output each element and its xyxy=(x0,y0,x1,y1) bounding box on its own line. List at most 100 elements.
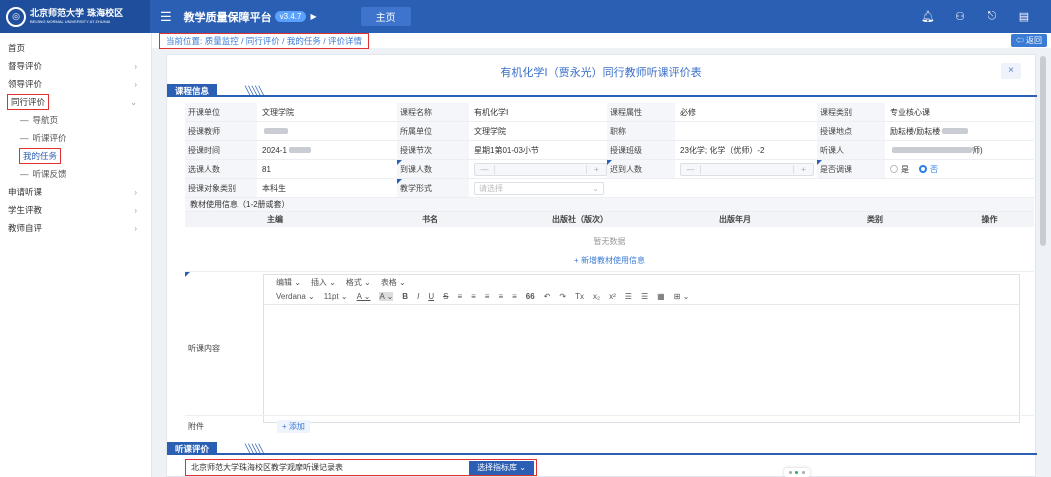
sidebar-item-label: 申请听课 xyxy=(8,187,43,197)
radio-no[interactable] xyxy=(919,165,927,173)
clear-format-icon[interactable]: Tx xyxy=(575,292,584,301)
sidebar-item-leader[interactable]: 领导评价 › xyxy=(0,75,151,93)
sidebar-item-label: 同行评价 xyxy=(6,94,50,110)
indent-icon[interactable]: ≡ xyxy=(512,292,517,301)
radio-no-label: 否 xyxy=(930,164,938,174)
section-header-evaluation: 听课评价 ╲╲╲╲╲ xyxy=(167,442,1037,455)
section-label: 课程信息 xyxy=(167,84,218,97)
user-icon[interactable]: ⚇ xyxy=(953,10,967,23)
scrollbar[interactable] xyxy=(1040,56,1046,246)
subscript-icon[interactable]: x₂ xyxy=(593,292,600,301)
menu-table[interactable]: 表格 ⌄ xyxy=(381,277,406,288)
header-actions: 🔔︎ ⚇ ⎋ ▤ xyxy=(921,10,1051,23)
grid-menu-icon[interactable]: ▤ xyxy=(1017,10,1031,23)
chevron-right-icon: › xyxy=(134,187,137,197)
minus-icon[interactable]: — xyxy=(681,164,701,174)
text-color-icon[interactable]: A ⌄ xyxy=(357,292,371,301)
late-stepper[interactable]: — + xyxy=(680,162,814,176)
dash-icon: — xyxy=(20,133,29,143)
sidebar-item-supervisor[interactable]: 督导评价 › xyxy=(0,57,151,75)
dot xyxy=(795,471,799,474)
label-kkdw: 开课单位 xyxy=(185,103,257,121)
materials-empty: 暂无数据 xyxy=(593,236,626,246)
select-library-button[interactable]: 选择指标库 ⌄ xyxy=(469,460,534,475)
image-icon[interactable]: ▦ xyxy=(657,292,665,301)
numbered-list-icon[interactable]: ☰ xyxy=(641,292,648,301)
play-icon[interactable]: ▶ xyxy=(310,12,316,21)
required-marker-icon xyxy=(817,160,822,165)
italic-icon[interactable]: I xyxy=(417,292,419,301)
info-row: 授课教师 所属单位 文理学院 职称 授课地点 励耘楼/励耘楼 xyxy=(185,122,1034,141)
align-right-icon[interactable]: ≡ xyxy=(485,292,490,301)
align-left-icon[interactable]: ≡ xyxy=(457,292,462,301)
menu-format[interactable]: 格式 ⌄ xyxy=(346,277,371,288)
superscript-icon[interactable]: x² xyxy=(609,292,616,301)
redacted-block xyxy=(892,147,972,153)
sidebar-subitem-feedback[interactable]: — 听课反馈 xyxy=(0,165,151,183)
sidebar-item-self[interactable]: 教师自评 › xyxy=(0,219,151,237)
plus-icon[interactable]: + xyxy=(586,164,606,174)
align-center-icon[interactable]: ≡ xyxy=(471,292,476,301)
sidebar-item-student[interactable]: 学生评教 › xyxy=(0,201,151,219)
minus-icon[interactable]: — xyxy=(475,164,495,174)
table-icon[interactable]: ⊞ ⌄ xyxy=(674,292,690,301)
dot xyxy=(802,471,806,474)
label-cdrs-cell: 迟到人数 xyxy=(607,160,675,178)
redo-icon[interactable]: ↷ xyxy=(559,292,566,301)
highlight-icon[interactable]: A ⌄ xyxy=(379,292,394,301)
label-tkdd: 授课地点 xyxy=(817,122,885,140)
value-kkdw: 文理学院 xyxy=(262,107,294,117)
plus-icon[interactable]: + xyxy=(793,164,813,174)
menu-insert[interactable]: 插入 ⌄ xyxy=(311,277,336,288)
bold-icon[interactable]: B xyxy=(402,292,408,301)
section-header-course: 课程信息 ╲╲╲╲╲ xyxy=(167,84,1037,97)
bell-icon[interactable]: 🔔︎ xyxy=(921,10,935,23)
quote-icon[interactable]: 66 xyxy=(526,292,535,301)
logout-icon[interactable]: ⎋ xyxy=(985,10,999,23)
undo-icon[interactable]: ↶ xyxy=(544,292,551,301)
teaching-form-select[interactable]: 请选择 ⌄ xyxy=(474,181,604,195)
required-marker-icon xyxy=(397,179,402,184)
logo-subtitle: BEIJING NORMAL UNIVERSITY AT ZHUHAI xyxy=(30,19,111,24)
university-logo[interactable]: ◎ 北京师范大学 珠海校区 BEIJING NORMAL UNIVERSITY … xyxy=(0,0,150,33)
lecture-content-editor: 听课内容 编辑 ⌄ 插入 ⌄ 格式 ⌄ 表格 ⌄ Verdana ⌄ 11pt … xyxy=(185,271,1034,425)
tab-home[interactable]: 主页 xyxy=(360,7,411,26)
sidebar-item-label: 教师自评 xyxy=(8,223,43,233)
close-button[interactable]: × xyxy=(1001,63,1021,79)
underline-icon[interactable]: U xyxy=(428,292,434,301)
sidebar-subitem-nav[interactable]: — 导航页 xyxy=(0,111,151,129)
attendance-stepper[interactable]: — + xyxy=(474,162,607,176)
strikethrough-icon[interactable]: S xyxy=(443,292,448,301)
required-marker-icon xyxy=(607,160,612,165)
materials-table-header: 主编 书名 出版社（版次） 出版年月 类别 操作 xyxy=(185,212,1034,227)
info-row: 选课人数 81 到课人数 — + 迟到人数 — + 是否调课 是 否 xyxy=(185,160,1034,179)
required-marker-icon xyxy=(185,272,190,277)
add-attachment-button[interactable]: + 添加 xyxy=(277,420,310,433)
evaluation-form-panel: 有机化学Ⅰ（贾永光）同行教师听课评价表 × 课程信息 ╲╲╲╲╲ 开课单位 文理… xyxy=(166,54,1037,477)
align-justify-icon[interactable]: ≡ xyxy=(498,292,503,301)
font-family-select[interactable]: Verdana ⌄ xyxy=(276,292,315,301)
sidebar-subitem-my-tasks[interactable]: 我的任务 xyxy=(0,147,151,165)
sidebar-item-peer[interactable]: 同行评价 ⌄ xyxy=(0,93,151,111)
label-sfdk-cell: 是否调课 xyxy=(817,160,885,178)
breadcrumb[interactable]: 当前位置: 质量监控 / 同行评价 / 我的任务 / 评价详情 xyxy=(159,32,369,49)
add-material-button[interactable]: + 新增教材使用信息 xyxy=(185,255,1034,269)
radio-yes[interactable] xyxy=(890,165,898,173)
editor-label-cell: 听课内容 xyxy=(185,272,257,425)
attach-label: 附件 xyxy=(185,415,257,438)
font-size-select[interactable]: 11pt ⌄ xyxy=(324,292,348,301)
logo-wordmark: 北京师范大学 珠海校区 BEIJING NORMAL UNIVERSITY AT… xyxy=(30,9,123,24)
sidebar-item-apply[interactable]: 申请听课 › xyxy=(0,183,151,201)
bullet-list-icon[interactable]: ☰ xyxy=(625,292,632,301)
rich-text-editor[interactable]: 编辑 ⌄ 插入 ⌄ 格式 ⌄ 表格 ⌄ Verdana ⌄ 11pt ⌄ A ⌄… xyxy=(263,274,1020,423)
label-skjs: 授课教师 xyxy=(185,122,257,140)
editor-label: 听课内容 xyxy=(188,344,220,353)
sidebar-item-label: 导航页 xyxy=(32,115,59,125)
sidebar-subitem-evaluation[interactable]: — 听课评价 xyxy=(0,129,151,147)
menu-edit[interactable]: 编辑 ⌄ xyxy=(276,277,301,288)
back-button[interactable]: ⇦ 返回 xyxy=(1010,34,1047,47)
label-skdx: 授课对象类别 xyxy=(185,179,257,197)
select-placeholder: 请选择 xyxy=(479,183,503,193)
hamburger-menu-icon[interactable]: ☰ xyxy=(160,9,172,25)
sidebar-item-home[interactable]: 首页 xyxy=(0,39,151,57)
